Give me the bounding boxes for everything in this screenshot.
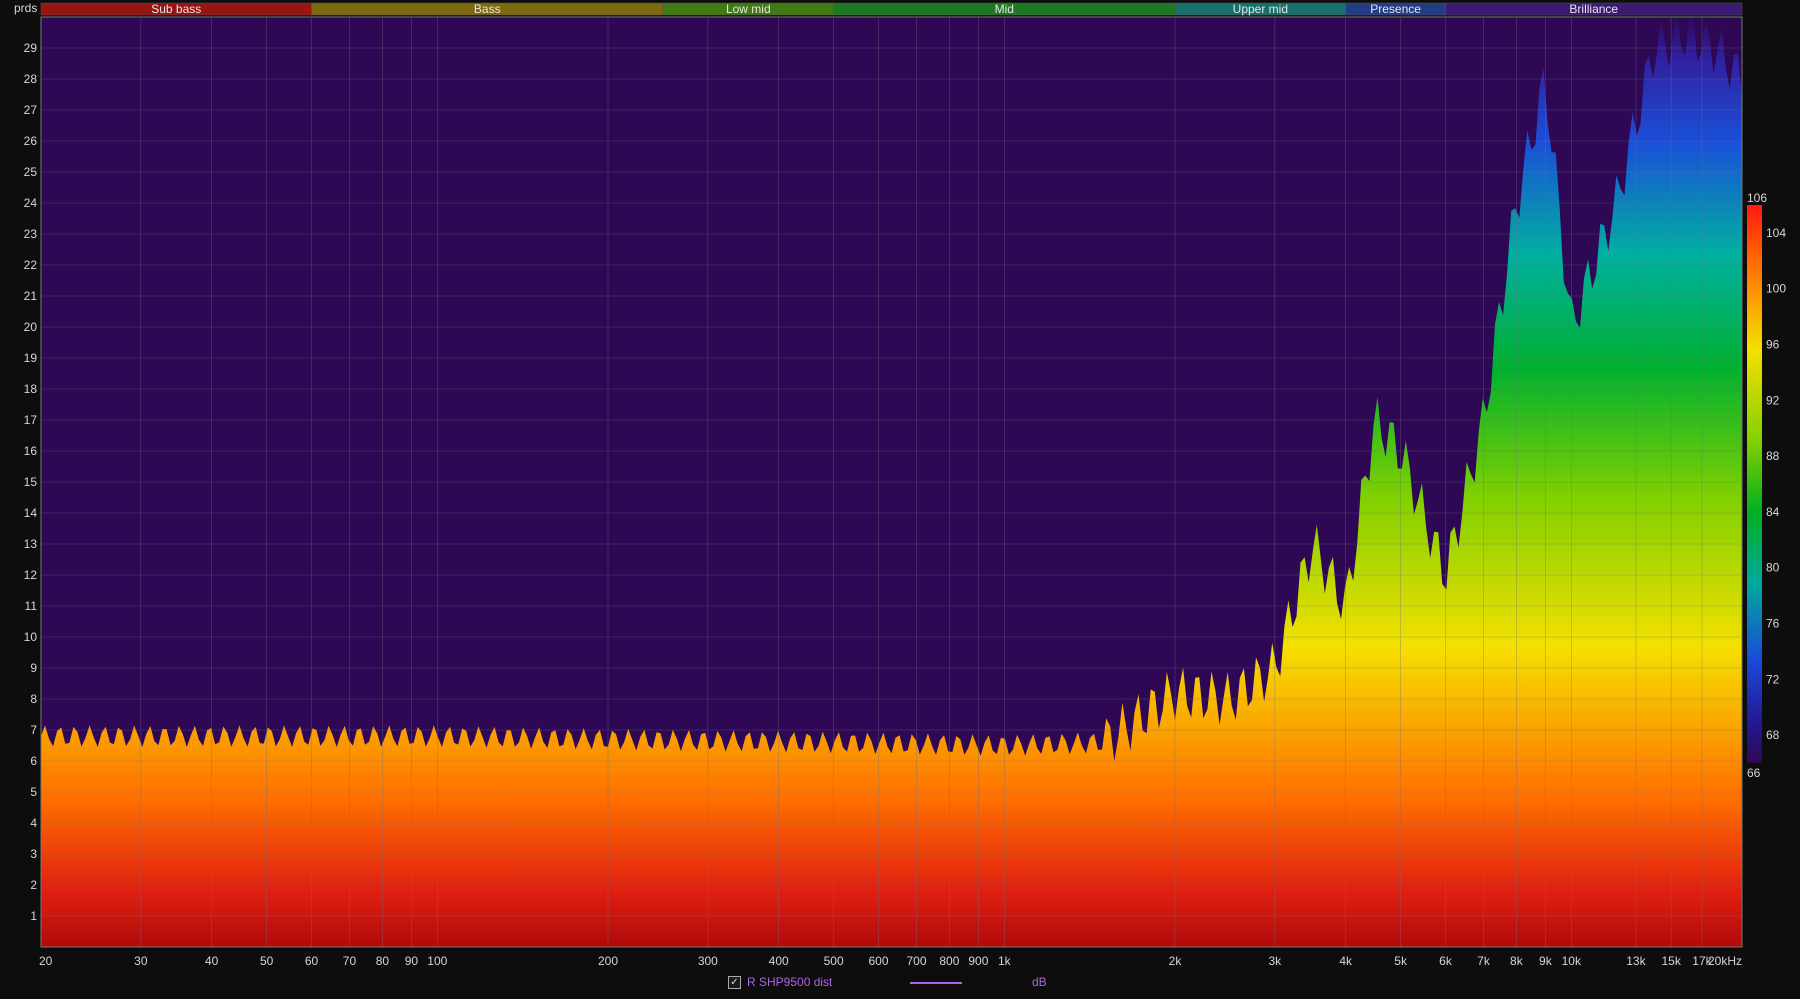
- legend-unit-label: dB: [1032, 975, 1047, 989]
- band-label: Brilliance: [1569, 2, 1618, 16]
- x-tick-label: 900: [968, 954, 988, 968]
- colorbar-tick-label: 80: [1766, 561, 1780, 575]
- colorbar-tick-label: 106: [1747, 191, 1767, 205]
- y-tick-label: 4: [30, 816, 37, 830]
- x-tick-label: 15k: [1661, 954, 1681, 968]
- y-tick-label: 26: [24, 134, 38, 148]
- colorbar-gradient: [1747, 205, 1762, 763]
- frequency-band-header: Sub bass Bass Low mid Mid Upper mid Presence B…: [40, 2, 1743, 16]
- spectrogram-chart: Sub bass Bass Low mid Mid Upper mid Presence B…: [14, 1, 1786, 968]
- series-visibility-checkbox[interactable]: ✓: [728, 976, 741, 989]
- x-tick-label: 20kHz: [1708, 954, 1742, 968]
- y-tick-label: 16: [24, 444, 38, 458]
- legend: [0, 970, 1800, 994]
- y-tick-label: 24: [24, 196, 38, 210]
- colorbar-tick-label: 100: [1766, 282, 1786, 296]
- x-tick-label: 200: [598, 954, 618, 968]
- x-tick-label: 90: [405, 954, 419, 968]
- y-tick-label: 21: [24, 289, 38, 303]
- y-tick-label: 8: [30, 692, 37, 706]
- y-tick-label: 5: [30, 785, 37, 799]
- colorbar: 106 104 100 96 92 88 84 80 76 72 68 66: [1747, 191, 1786, 780]
- band-label: Upper mid: [1233, 2, 1288, 16]
- y-tick-label: 12: [24, 568, 38, 582]
- x-tick-label: 5k: [1394, 954, 1408, 968]
- band-label: Sub bass: [151, 2, 201, 16]
- x-tick-label: 300: [698, 954, 718, 968]
- y-tick-label: 14: [24, 506, 38, 520]
- x-tick-label: 60: [305, 954, 319, 968]
- x-tick-label: 80: [376, 954, 390, 968]
- colorbar-tick-label: 72: [1766, 672, 1780, 686]
- x-tick-label: 3k: [1269, 954, 1283, 968]
- x-tick-label: 40: [205, 954, 219, 968]
- colorbar-tick-label: 96: [1766, 338, 1780, 352]
- band-label: Mid: [995, 2, 1014, 16]
- y-tick-label: 23: [24, 227, 38, 241]
- y-tick-label: 22: [24, 258, 38, 272]
- y-tick-label: 18: [24, 382, 38, 396]
- y-tick-label: 13: [24, 537, 38, 551]
- y-tick-label: 28: [24, 72, 38, 86]
- x-tick-label: 700: [906, 954, 926, 968]
- y-tick-label: 1: [30, 909, 37, 923]
- y-axis-unit-label: prds: [14, 1, 37, 15]
- band-label: Bass: [474, 2, 501, 16]
- y-tick-label: 19: [24, 351, 38, 365]
- y-tick-label: 3: [30, 847, 37, 861]
- x-tick-label: 500: [824, 954, 844, 968]
- x-tick-label: 600: [869, 954, 889, 968]
- x-tick-label: 13k: [1626, 954, 1646, 968]
- x-tick-label: 20: [39, 954, 53, 968]
- y-tick-label: 25: [24, 165, 38, 179]
- band-label: Low mid: [726, 2, 771, 16]
- y-tick-label: 20: [24, 320, 38, 334]
- band-label: Presence: [1370, 2, 1421, 16]
- x-axis: 20 30 40 50 60 70 80 90 100 200 300 400 500 600 700 800…: [39, 954, 1742, 968]
- y-tick-label: 9: [30, 661, 37, 675]
- colorbar-tick-label: 104: [1766, 226, 1786, 240]
- colorbar-tick-label: 84: [1766, 505, 1780, 519]
- x-tick-label: 7k: [1477, 954, 1491, 968]
- y-tick-label: 15: [24, 475, 38, 489]
- x-tick-label: 50: [260, 954, 274, 968]
- x-tick-label: 2k: [1169, 954, 1183, 968]
- x-tick-label: 400: [769, 954, 789, 968]
- x-tick-label: 70: [343, 954, 357, 968]
- colorbar-tick-label: 68: [1766, 728, 1780, 742]
- y-tick-label: 29: [24, 41, 38, 55]
- colorbar-tick-label: 88: [1766, 449, 1780, 463]
- x-tick-label: 6k: [1439, 954, 1453, 968]
- y-tick-label: 17: [24, 413, 38, 427]
- x-tick-label: 8k: [1510, 954, 1524, 968]
- colorbar-tick-label: 66: [1747, 766, 1761, 780]
- x-tick-label: 1k: [998, 954, 1012, 968]
- x-tick-label: 30: [134, 954, 148, 968]
- colorbar-tick-label: 92: [1766, 393, 1780, 407]
- y-tick-label: 7: [30, 723, 37, 737]
- legend-series-name: R SHP9500 dist: [747, 975, 833, 989]
- legend-series-line: [910, 982, 962, 984]
- y-tick-label: 2: [30, 878, 37, 892]
- x-tick-label: 800: [939, 954, 959, 968]
- colorbar-tick-label: 76: [1766, 617, 1780, 631]
- y-tick-label: 6: [30, 754, 37, 768]
- x-tick-label: 10k: [1562, 954, 1582, 968]
- y-tick-label: 11: [25, 599, 38, 613]
- y-axis: prds 12345678910111213141516171819202122…: [14, 1, 37, 923]
- y-tick-label: 27: [24, 103, 38, 117]
- x-tick-label: 9k: [1539, 954, 1553, 968]
- y-tick-label: 10: [24, 630, 38, 644]
- x-tick-label: 100: [427, 954, 447, 968]
- x-tick-label: 4k: [1339, 954, 1353, 968]
